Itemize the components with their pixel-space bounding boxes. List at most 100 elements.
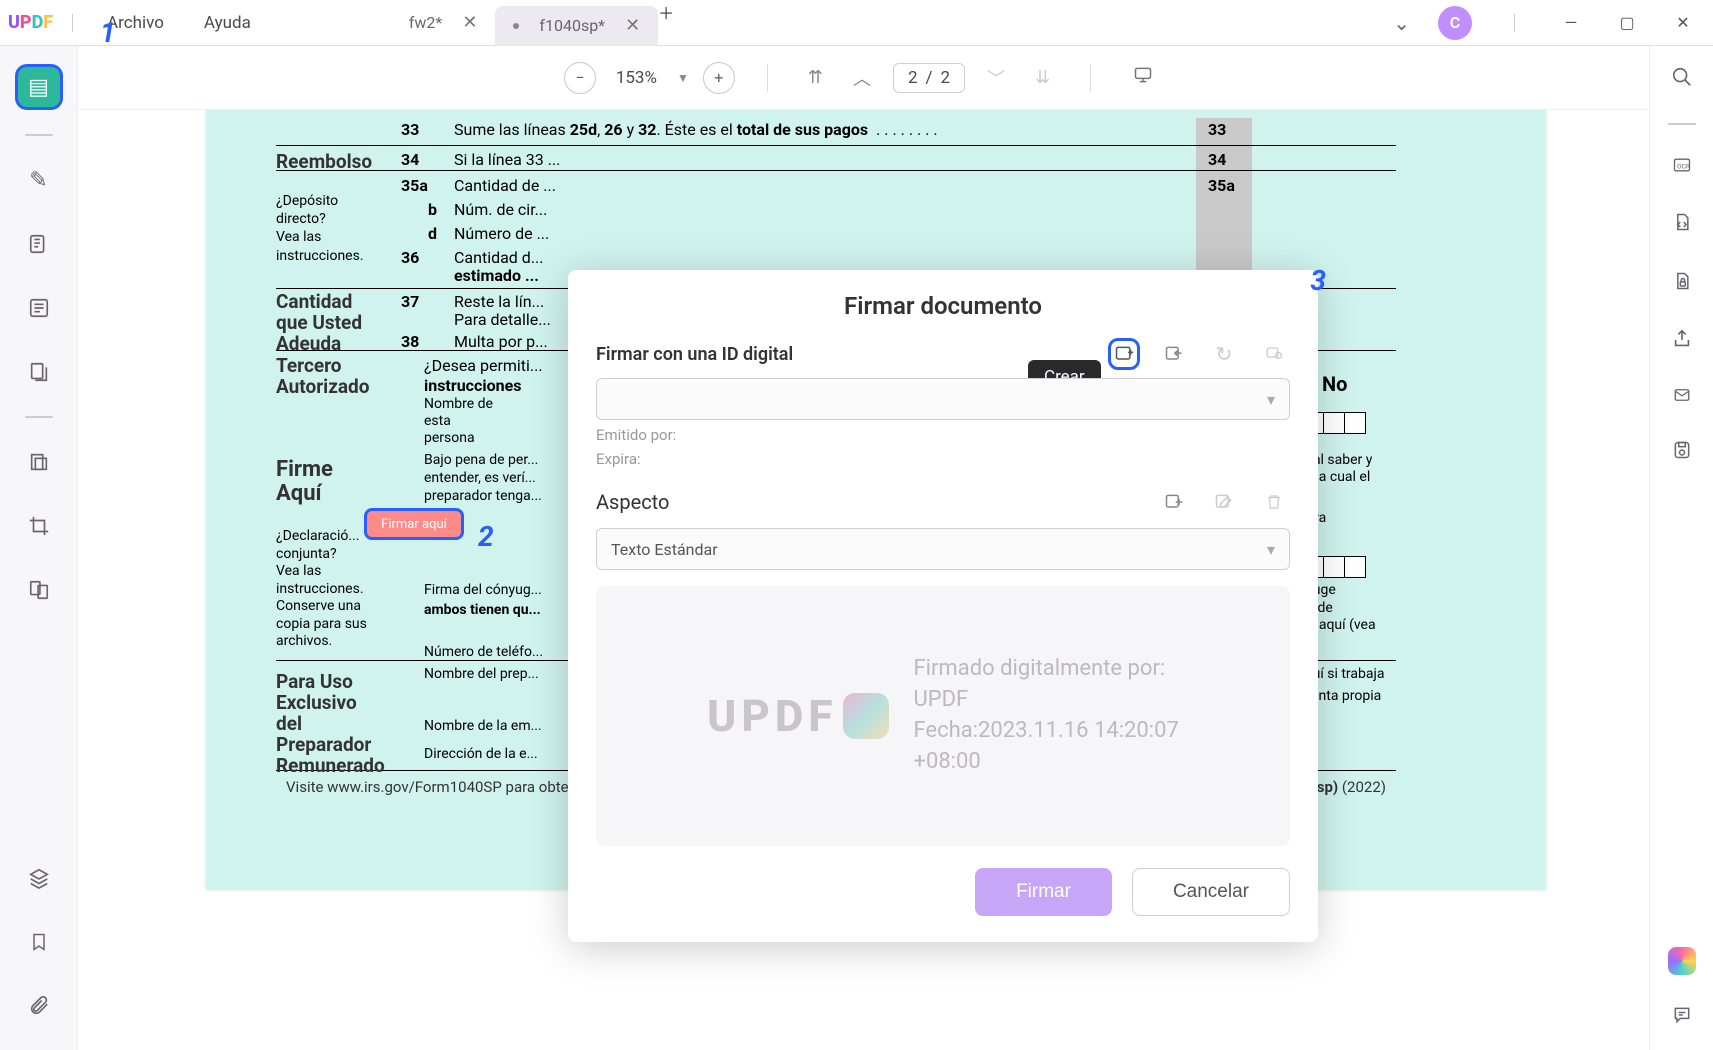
crop-button[interactable] [15, 506, 63, 546]
chevron-down-icon: ▾ [1267, 540, 1275, 559]
tab-fw2[interactable]: fw2* ✕ [391, 0, 496, 46]
dialog-title: Firmar documento [596, 292, 1290, 320]
line-d-text: Número de ... [454, 224, 549, 243]
dot-icon [513, 23, 519, 29]
first-page-button[interactable]: ⇈ [800, 67, 831, 88]
aspect-label: Aspecto [596, 490, 669, 514]
signature-preview: UPDF Firmado digitalmente por: UPDF Fech… [596, 586, 1290, 846]
nombre-prep: Nombre del prep... [424, 666, 539, 682]
cancel-button[interactable]: Cancelar [1132, 868, 1290, 916]
line-33-text: Sume las líneas 25d, 26 y 32. Éste es el… [454, 120, 938, 139]
separator [767, 64, 768, 92]
right-rail: OCR [1649, 46, 1713, 1050]
redact-button[interactable] [15, 442, 63, 482]
line-38-text: Multa por p... [454, 332, 548, 351]
create-id-button[interactable] [1108, 338, 1140, 370]
app-logo: UPDF [8, 12, 58, 33]
form-button[interactable] [15, 288, 63, 328]
deposit-note: ¿Depósito directo? Vea las instrucciones… [276, 192, 364, 265]
edit-pdf-button[interactable] [15, 224, 63, 264]
titlebar: UPDF Archivo Ayuda fw2* ✕ f1040sp* ✕ ＋ ⌄… [0, 0, 1713, 46]
brand-icon[interactable] [1668, 947, 1696, 975]
comment-icon[interactable] [1671, 1005, 1693, 1030]
preview-date: Fecha:2023.11.16 14:20:07 [913, 716, 1178, 747]
firme-t1: Bajo pena de per... [424, 452, 538, 468]
tab-label: fw2* [409, 13, 442, 32]
zoom-out-button[interactable]: − [564, 62, 596, 94]
line-33-num: 33 [401, 120, 419, 139]
menu-help[interactable]: Ayuda [184, 13, 271, 33]
add-appearance-button[interactable] [1158, 486, 1190, 518]
refresh-button[interactable]: ↻ [1208, 338, 1240, 370]
protect-icon[interactable] [1672, 269, 1692, 298]
aspect-select[interactable]: Texto Estándar ▾ [596, 528, 1290, 570]
view-button[interactable] [1258, 338, 1290, 370]
line-37-text2: Para detalle... [454, 310, 551, 329]
zoom-dropdown-icon[interactable]: ▼ [677, 71, 689, 85]
prev-page-button[interactable]: ︿ [845, 65, 879, 91]
search-icon[interactable] [1671, 66, 1693, 93]
annotation-step-1: 1 [100, 16, 116, 49]
avatar[interactable]: C [1438, 6, 1472, 40]
firme-t2: entender, es verí... [424, 470, 536, 486]
close-icon[interactable]: ✕ [625, 15, 640, 36]
tab-strip: fw2* ✕ f1040sp* ✕ ＋ [391, 0, 674, 46]
left-sidebar: ▤ 1 ✎ [0, 46, 78, 1050]
direccion-empresa: Dirección de la e... [424, 746, 538, 762]
firme-t3: preparador tenga... [424, 488, 542, 504]
section-reembolso: Reembolso [276, 150, 372, 173]
sign-button[interactable]: Firmar [975, 868, 1112, 916]
line-d: d [428, 224, 437, 243]
line-35ar: 35a [1208, 176, 1235, 195]
line-b: b [428, 200, 437, 219]
separator [1514, 14, 1515, 32]
email-icon[interactable] [1671, 385, 1693, 409]
line-37-num: 37 [401, 292, 419, 311]
line-38-num: 38 [401, 332, 419, 351]
last-page-button[interactable]: ⇊ [1027, 67, 1058, 88]
document-viewport[interactable]: 33 Sume las líneas 25d, 26 y 32. Éste es… [78, 110, 1649, 1050]
nombre-empresa: Nombre de la em... [424, 718, 542, 734]
close-button[interactable]: ✕ [1669, 9, 1697, 37]
compare-button[interactable] [15, 570, 63, 610]
presentation-button[interactable] [1123, 65, 1163, 90]
delete-appearance-button[interactable] [1258, 486, 1290, 518]
sign-here-button[interactable]: Firmar aquí [364, 508, 464, 540]
chevron-down-icon: ▾ [1267, 390, 1275, 409]
share-icon[interactable] [1671, 328, 1693, 355]
line-34-num: 34 [401, 150, 419, 169]
window-controls: ⌄ C — ▢ ✕ [1393, 6, 1697, 40]
minimize-button[interactable]: — [1557, 9, 1585, 37]
new-tab-button[interactable]: ＋ [658, 0, 674, 46]
attachment-button[interactable] [15, 986, 63, 1026]
line-36-num: 36 [401, 248, 419, 267]
issued-by-label: Emitido por: [596, 426, 1290, 444]
organize-button[interactable] [15, 352, 63, 392]
digital-id-label: Firmar con una ID digital [596, 344, 793, 365]
view-toolbar: − 153% ▼ + ⇈ ︿ 2 / 2 ﹀ ⇊ [78, 46, 1649, 110]
save-icon[interactable] [1672, 439, 1692, 466]
convert-icon[interactable] [1672, 210, 1692, 239]
zoom-in-button[interactable]: + [703, 62, 735, 94]
page-current: 2 [908, 68, 918, 88]
bookmark-button[interactable] [15, 922, 63, 962]
line-33r: 33 [1208, 120, 1226, 139]
import-id-button[interactable] [1158, 338, 1190, 370]
digital-id-select[interactable]: ▾ [596, 378, 1290, 420]
page-sep: / [926, 68, 933, 88]
ocr-icon[interactable]: OCR [1670, 155, 1694, 180]
layers-button[interactable] [15, 858, 63, 898]
maximize-button[interactable]: ▢ [1613, 9, 1641, 37]
desea-text: ¿Desea permiti... [424, 356, 543, 375]
edit-appearance-button[interactable] [1208, 486, 1240, 518]
chevron-down-icon[interactable]: ⌄ [1393, 11, 1410, 35]
main-content: − 153% ▼ + ⇈ ︿ 2 / 2 ﹀ ⇊ [78, 46, 1649, 1050]
line-b-text: Núm. de cir... [454, 200, 547, 219]
close-icon[interactable]: ✕ [462, 12, 477, 33]
page-indicator[interactable]: 2 / 2 [893, 63, 965, 93]
next-page-button[interactable]: ﹀ [979, 65, 1013, 91]
reader-mode-button[interactable]: ▤ [15, 64, 63, 110]
svg-text:OCR: OCR [1677, 162, 1690, 170]
tab-f1040sp[interactable]: f1040sp* ✕ [495, 6, 658, 46]
annotate-button[interactable]: ✎ [15, 160, 63, 200]
